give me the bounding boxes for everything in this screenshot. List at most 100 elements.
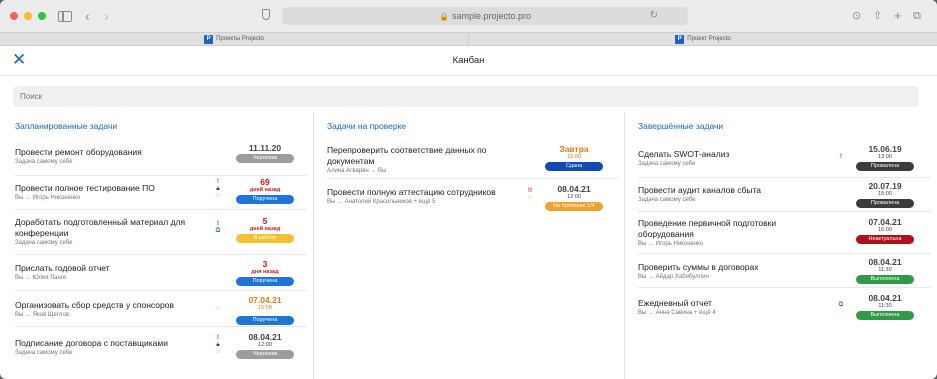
task-card[interactable]: Сделать SWOT-анализ Задача самому себе !…: [638, 139, 931, 178]
close-icon[interactable]: ✕: [12, 51, 26, 68]
status-badge: На проверке 1/4: [545, 202, 603, 211]
important-icon: !: [216, 334, 220, 341]
tab-label: Проект Projecto: [687, 36, 731, 42]
due-time: 12:00: [567, 194, 581, 200]
address-bar[interactable]: 🔒 sample.projecto.pro ↻: [282, 7, 688, 25]
task-card[interactable]: Провести ремонт оборудования Задача само…: [15, 139, 307, 176]
task-card[interactable]: Доработать подготовленный материал для к…: [15, 210, 307, 255]
due-time: 15:00: [567, 154, 581, 160]
status-badge: Поручена: [236, 195, 294, 204]
status-badge: Черновик: [236, 154, 294, 163]
due-time: 11:30: [878, 267, 892, 273]
due-time: 16:00: [878, 227, 892, 233]
task-assignee: Вы → Юлия Ланге: [15, 275, 67, 281]
task-assignee: Вы → Анна Савина + ещё 4: [638, 310, 716, 316]
downloads-icon[interactable]: ⊙: [852, 8, 861, 24]
url-text: sample.projecto.pro: [451, 11, 531, 21]
task-assignee: Вы → Яков Щеглов: [15, 312, 69, 318]
due-caption: дня назад: [251, 269, 279, 275]
star-icon: ☆: [527, 194, 533, 201]
due-time: 11:30: [878, 303, 892, 309]
due-time: 15:00: [258, 305, 272, 311]
task-card[interactable]: Прислать годовой отчет Вы → Юлия Ланге 3…: [15, 255, 307, 291]
minimize-window-button[interactable]: [24, 12, 32, 20]
task-name: Сделать SWOT-анализ: [638, 149, 730, 159]
zoom-window-button[interactable]: [38, 12, 46, 20]
due-date: 20.07.19: [868, 181, 902, 191]
back-icon[interactable]: ‹: [85, 8, 90, 24]
tab-projects[interactable]: P Проекты Projecto: [0, 33, 469, 45]
task-assignee: Задача самому себе: [15, 350, 73, 356]
lock-icon: 🔒: [438, 12, 449, 21]
tab-label: Проекты Projecto: [216, 36, 264, 42]
status-badge: Выполнена: [856, 275, 914, 284]
sidebar-toggle-icon[interactable]: [58, 11, 72, 22]
privacy-shield-icon[interactable]: [262, 9, 270, 20]
tab-bar: P Проекты Projecto P Проект Projecto: [0, 32, 937, 46]
column-title: Задачи на проверке: [327, 121, 407, 131]
task-assignee: Задача самому себе: [15, 240, 73, 246]
due-date: 07.04.21: [868, 217, 902, 227]
task-assignee: Вы → Анатолий Красильников + ещё 5: [327, 199, 436, 205]
status-badge: Поручена: [236, 277, 294, 286]
important-icon: !: [216, 178, 220, 185]
task-card[interactable]: Подписание договора с поставщиками Задач…: [15, 327, 307, 367]
task-card[interactable]: Провести полное тестирование ПО Вы → Иго…: [15, 176, 307, 210]
due-date: 69: [260, 177, 270, 187]
tab-project[interactable]: P Проект Projecto: [469, 33, 937, 45]
due-date: 5: [262, 216, 268, 226]
due-date: 08.04.21: [248, 332, 282, 342]
browser-window: ‹ › 🔒 sample.projecto.pro ↻ ⊙ ⇧ + ⧉ P Про…: [0, 0, 937, 379]
status-badge: Провалена: [856, 199, 914, 208]
task-card[interactable]: Ежедневный отчет Вы → Анна Савина + ещё …: [638, 288, 931, 328]
reload-icon[interactable]: ↻: [650, 7, 658, 25]
title-bar: ‹ › 🔒 sample.projecto.pro ↻ ⊙ ⇧ + ⧉: [0, 0, 937, 32]
status-badge: Черновик: [236, 350, 294, 359]
column-title: Запланированные задачи: [15, 121, 118, 131]
close-window-button[interactable]: [10, 12, 18, 20]
forward-icon[interactable]: ›: [104, 8, 109, 24]
due-date: 08.04.21: [557, 184, 591, 194]
status-badge: Поручена: [236, 316, 294, 325]
task-assignee: Алина Агварян → Вы: [327, 168, 387, 174]
kanban-board: Запланированные задачи Провести ремонт о…: [0, 112, 937, 379]
status-badge: Сдана: [545, 162, 603, 171]
task-card[interactable]: Перепроверить соответствие данных по док…: [327, 139, 618, 179]
copy-icon: ⧉: [215, 227, 221, 234]
window-controls: [10, 12, 46, 20]
task-card[interactable]: Провести аудит каналов сбыта Задача само…: [638, 178, 931, 212]
task-assignee: Задача самому себе: [15, 159, 73, 165]
search-input[interactable]: [13, 86, 919, 107]
task-assignee: Задача самому себе: [638, 161, 696, 167]
star-icon: ☆: [215, 192, 221, 199]
new-tab-icon[interactable]: +: [894, 8, 902, 24]
star-icon: ☆: [215, 348, 221, 355]
task-name: Провести ремонт оборудования: [15, 147, 142, 157]
task-card[interactable]: Провести полную аттестацию сотрудников В…: [327, 179, 618, 221]
task-card[interactable]: Организовать сбор средств у спонсоров Вы…: [15, 291, 307, 327]
column-completed: Завершённые задачи Сделать SWOT-анализ З…: [625, 112, 937, 379]
task-card[interactable]: Проверить суммы в договорах Вы → Айдар Х…: [638, 254, 931, 288]
task-name: Подписание договора с поставщиками: [15, 338, 168, 348]
status-badge: В работе: [236, 234, 294, 243]
task-name: Провести полную аттестацию сотрудников: [327, 187, 496, 197]
copy-icon: ⧉: [838, 301, 844, 308]
important-icon: !: [216, 220, 220, 227]
projecto-logo-icon: P: [204, 34, 214, 44]
tab-overview-icon[interactable]: ⧉: [913, 8, 921, 24]
status-badge: Провалена: [856, 162, 914, 171]
due-date: 3: [262, 259, 268, 269]
due-date: Завтра: [559, 144, 589, 154]
share-icon[interactable]: ⇧: [873, 8, 882, 24]
task-name: Ежедневный отчет: [638, 298, 712, 308]
task-name: Доработать подготовленный материал для к…: [15, 217, 186, 238]
due-time: 12:00: [258, 342, 272, 348]
status-badge: Выполнена: [856, 311, 914, 320]
task-name: Проведение первичной подготовки оборудов…: [638, 218, 777, 239]
task-assignee: Задача самому себе: [638, 197, 696, 203]
star-icon: ☆: [215, 305, 221, 312]
task-assignee: Вы → Игорь Никоненко: [638, 241, 704, 247]
column-title: Завершённые задачи: [638, 121, 724, 131]
task-card[interactable]: Проведение первичной подготовки оборудов…: [638, 212, 931, 254]
column-planned: Запланированные задачи Провести ремонт о…: [0, 112, 314, 379]
